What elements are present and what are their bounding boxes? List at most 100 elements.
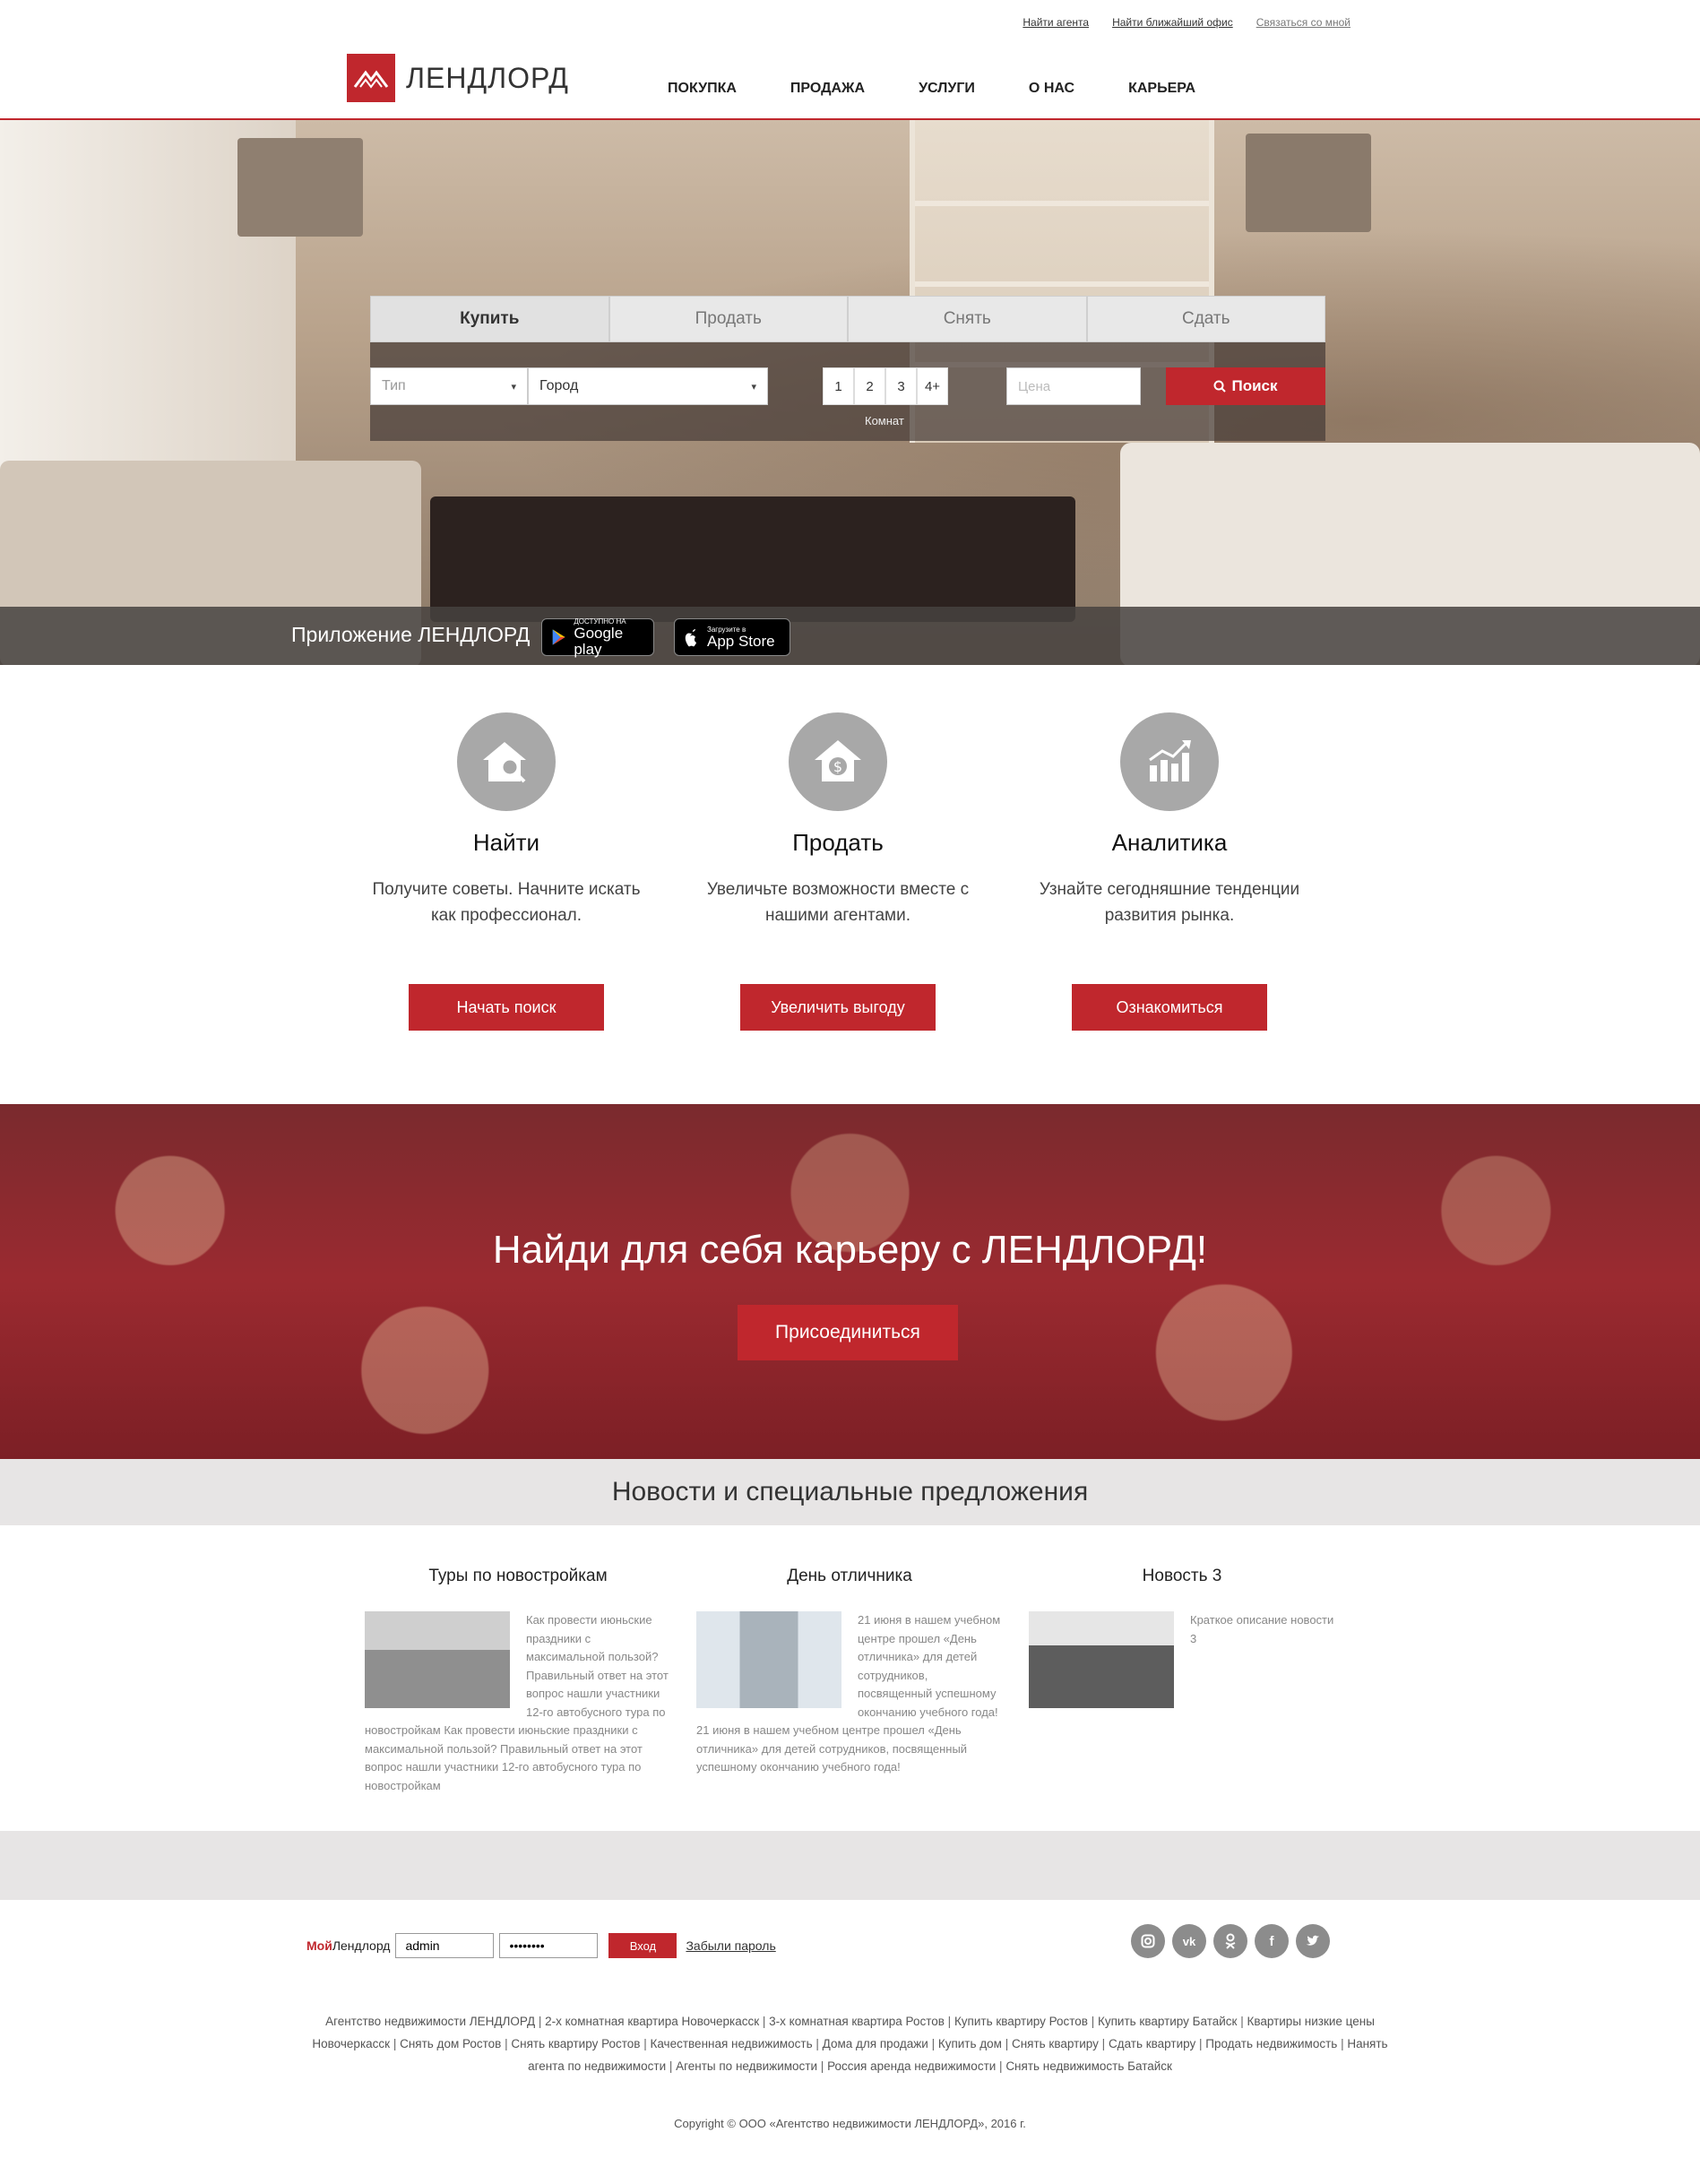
login-button[interactable]: Вход <box>608 1933 677 1958</box>
rooms-option-2[interactable]: 2 <box>854 367 885 405</box>
google-play-big: Google play <box>574 624 624 658</box>
app-store-big: App Store <box>707 632 775 650</box>
news-item: День отличника 21 июня в нашем учебном ц… <box>696 1567 1003 1777</box>
news-image[interactable] <box>1029 1611 1174 1708</box>
password-input[interactable] <box>499 1933 599 1958</box>
seo-link[interactable]: Купить дом <box>938 2037 1002 2050</box>
login-form: МойЛендлорд Вход Забыли пароль <box>306 1933 776 1958</box>
app-bar <box>0 607 1700 665</box>
search-button[interactable]: Поиск <box>1166 367 1325 405</box>
search-button-label: Поиск <box>1231 377 1278 394</box>
tab-sell[interactable]: Продать <box>608 296 848 342</box>
seo-link[interactable]: Купить квартиру Батайск <box>1098 2015 1237 2028</box>
seo-link[interactable]: Агентство недвижимости ЛЕНДЛОРД <box>325 2015 535 2028</box>
search-panel: Купить Продать Снять Сдать Тип ▾ Город ▾… <box>370 296 1325 441</box>
app-label: Приложение ЛЕНДЛОРД <box>291 623 531 646</box>
find-office-link[interactable]: Найти ближайший офис <box>1112 16 1233 29</box>
logo-text: ЛЕНДЛОРД <box>406 61 569 94</box>
rooms-option-1[interactable]: 1 <box>823 367 854 405</box>
search-icon <box>1213 380 1227 393</box>
seo-link[interactable]: Снять дом Ростов <box>400 2037 501 2050</box>
google-play-icon <box>552 629 565 645</box>
copyright: Copyright © ООО «Агентство недвижимости … <box>674 2117 1026 2130</box>
app-store-button[interactable]: Загрузите в App Store <box>674 618 790 656</box>
nav-item-services[interactable]: УСЛУГИ <box>919 81 975 97</box>
news-title[interactable]: День отличника <box>696 1567 1003 1586</box>
logo[interactable]: ЛЕНДЛОРД <box>347 54 569 102</box>
seo-link[interactable]: Снять квартиру <box>1012 2037 1099 2050</box>
chevron-down-icon: ▾ <box>751 381 756 393</box>
seo-link[interactable]: Купить квартиру Ростов <box>954 2015 1088 2028</box>
forgot-password-link[interactable]: Забыли пароль <box>686 1938 775 1953</box>
news-title[interactable]: Новость 3 <box>1029 1567 1335 1586</box>
contact-me-link[interactable]: Связаться со мной <box>1256 16 1351 29</box>
feature-title: Продать <box>792 829 884 856</box>
career-title: Найди для себя карьеру с ЛЕНДЛОРД! <box>492 1228 1208 1272</box>
house-search-icon <box>457 712 556 811</box>
chart-growth-icon <box>1120 712 1219 811</box>
feature-desc: Получите советы. Начните искать как проф… <box>372 880 641 925</box>
seo-link[interactable]: Агенты по недвижимости <box>676 2059 817 2073</box>
brand-dark: Лендлорд <box>332 1938 391 1953</box>
nav-item-sell[interactable]: ПРОДАЖА <box>790 81 865 97</box>
rooms-option-3[interactable]: 3 <box>885 367 917 405</box>
chevron-down-icon: ▾ <box>511 381 516 393</box>
seo-link[interactable]: Снять недвижимость Батайск <box>1005 2059 1172 2073</box>
news-image[interactable] <box>696 1611 841 1708</box>
search-tabs: Купить Продать Снять Сдать <box>370 296 1325 342</box>
tab-rent[interactable]: Снять <box>848 296 1087 342</box>
twitter-icon[interactable] <box>1296 1924 1330 1958</box>
seo-link[interactable]: Дома для продажи <box>823 2037 928 2050</box>
news-item: Туры по новостройкам Как провести июньск… <box>365 1567 671 1795</box>
nav-item-career[interactable]: КАРЬЕРА <box>1128 81 1195 97</box>
feature-analytics: Аналитика Узнайте сегодняшние тенденции … <box>1022 712 1317 1031</box>
news-heading: Новости и специальные предложения <box>0 1459 1700 1525</box>
rooms-label: Комнат <box>865 414 904 427</box>
instagram-icon[interactable] <box>1131 1924 1165 1958</box>
career-background-image <box>0 1104 1700 1459</box>
learn-more-button[interactable]: Ознакомиться <box>1072 984 1267 1031</box>
rooms-selector: 1 2 3 4+ <box>823 367 948 405</box>
seo-link[interactable]: Сдать квартиру <box>1109 2037 1195 2050</box>
search-bar: Тип ▾ Город ▾ 1 2 3 4+ Комнат Цена Поиск <box>370 342 1325 441</box>
tab-buy[interactable]: Купить <box>370 296 609 342</box>
city-select-value: Город <box>539 378 579 393</box>
top-links: Найти агента Найти ближайший офис Связат… <box>1023 16 1351 29</box>
feature-title: Аналитика <box>1111 829 1228 856</box>
news-item: Новость 3 Краткое описание новости 3 <box>1029 1567 1335 1714</box>
price-input[interactable]: Цена <box>1006 367 1141 405</box>
odnoklassniki-icon[interactable] <box>1213 1924 1247 1958</box>
seo-link[interactable]: Продать недвижимость <box>1205 2037 1337 2050</box>
seo-link[interactable]: Качественная недвижимость <box>650 2037 812 2050</box>
news-image[interactable] <box>365 1611 510 1708</box>
seo-links: Агентство недвижимости ЛЕНДЛОРД | 2-х ко… <box>312 2015 1388 2073</box>
feature-title: Найти <box>472 829 540 856</box>
facebook-icon[interactable]: f <box>1255 1924 1289 1958</box>
brand-red: Мой <box>306 1938 332 1953</box>
nav-item-buy[interactable]: ПОКУПКА <box>668 81 737 97</box>
main-nav: ПОКУПКА ПРОДАЖА УСЛУГИ О НАС КАРЬЕРА <box>668 81 1195 97</box>
feature-sell: $ Продать Увеличьте возможности вместе с… <box>690 712 986 1031</box>
city-select[interactable]: Город ▾ <box>528 367 768 405</box>
find-agent-link[interactable]: Найти агента <box>1023 16 1089 29</box>
feature-desc: Узнайте сегодняшние тенденции развития р… <box>1039 880 1300 925</box>
increase-profit-button[interactable]: Увеличить выгоду <box>740 984 936 1031</box>
username-input[interactable] <box>395 1933 495 1958</box>
start-search-button[interactable]: Начать поиск <box>409 984 604 1031</box>
nav-item-about[interactable]: О НАС <box>1029 81 1074 97</box>
apple-icon <box>685 629 696 647</box>
tab-let[interactable]: Сдать <box>1086 296 1325 342</box>
type-select[interactable]: Тип ▾ <box>370 367 528 405</box>
news-title[interactable]: Туры по новостройкам <box>365 1567 671 1586</box>
rooms-option-4plus[interactable]: 4+ <box>917 367 948 405</box>
seo-link[interactable]: Снять квартиру Ростов <box>511 2037 640 2050</box>
type-select-value: Тип <box>382 378 406 393</box>
seo-link[interactable]: 2-х комнатная квартира Новочеркасск <box>545 2015 759 2028</box>
social-links: vk f <box>1131 1924 1330 1958</box>
join-button[interactable]: Присоединиться <box>738 1305 958 1360</box>
google-play-button[interactable]: ДОСТУПНО НА Google play <box>541 617 654 658</box>
seo-link[interactable]: 3-х комнатная квартира Ростов <box>769 2015 945 2028</box>
vk-icon[interactable]: vk <box>1172 1924 1206 1958</box>
news-text: Краткое описание новости 3 <box>1190 1613 1334 1645</box>
seo-link[interactable]: Россия аренда недвижимости <box>827 2059 996 2073</box>
